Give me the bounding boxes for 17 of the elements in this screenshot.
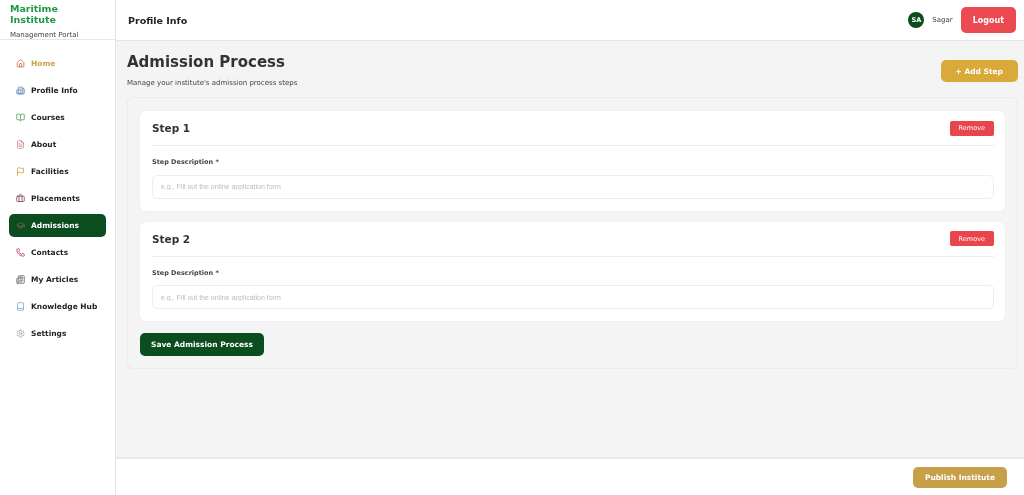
header-title: Profile Info: [128, 14, 189, 26]
gear-icon: [16, 329, 25, 338]
document-icon: [16, 140, 25, 149]
briefcase-icon: [16, 194, 25, 203]
step-title: Step 2: [152, 232, 191, 245]
newspaper-icon: [16, 275, 25, 284]
graduation-cap-icon: [16, 221, 25, 230]
building-icon: [16, 86, 25, 95]
logout-button[interactable]: Logout: [960, 7, 1016, 33]
house-icon: [16, 59, 25, 68]
step-title: Step 1: [152, 122, 191, 134]
page-title: Admission Process: [127, 53, 286, 71]
flag-icon: [16, 167, 25, 176]
phone-icon: [16, 248, 25, 257]
book-icon: [16, 113, 25, 122]
brand-title: Maritime Institute: [10, 3, 59, 25]
book-icon: [16, 302, 25, 311]
